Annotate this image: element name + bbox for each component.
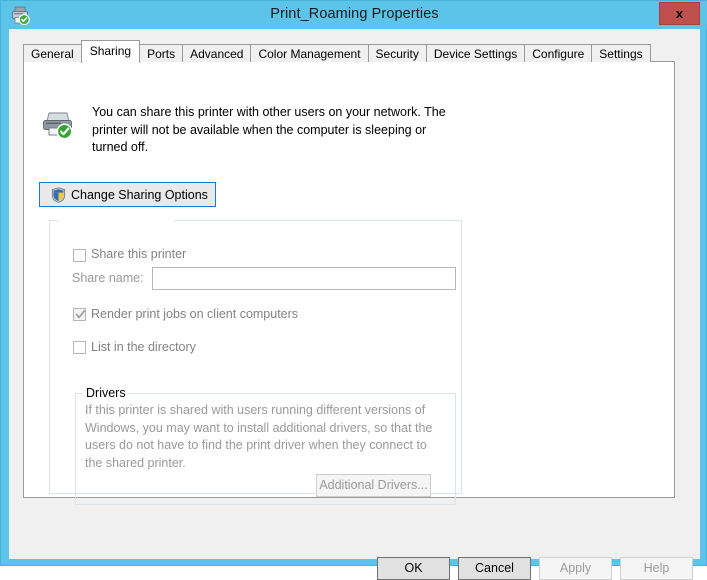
drivers-group-caption: Drivers xyxy=(84,386,128,400)
share-this-printer-label: Share this printer xyxy=(91,247,187,261)
tab-strip: General Sharing Ports Advanced Color Man… xyxy=(23,40,651,63)
tab-security[interactable]: Security xyxy=(367,44,427,62)
change-sharing-options-label: Change Sharing Options xyxy=(71,187,208,202)
title-bar: Print_Roaming Properties x xyxy=(1,1,707,29)
render-print-jobs-label: Render print jobs on client computers xyxy=(91,307,299,321)
share-name-label: Share name: xyxy=(72,271,144,285)
change-sharing-options-button[interactable]: Change Sharing Options xyxy=(39,182,216,207)
window-title: Print_Roaming Properties xyxy=(270,6,439,22)
check-icon xyxy=(75,309,86,319)
properties-dialog-window: Print_Roaming Properties x General Shari… xyxy=(0,0,707,580)
tab-configure[interactable]: Configure xyxy=(524,44,593,62)
list-in-directory-label: List in the directory xyxy=(91,340,196,354)
printer-check-icon xyxy=(40,108,76,140)
tab-ports[interactable]: Ports xyxy=(139,44,184,62)
render-print-jobs-checkbox[interactable] xyxy=(73,308,86,321)
additional-drivers-button[interactable]: Additional Drivers... xyxy=(316,474,431,497)
dialog-client-area: General Sharing Ports Advanced Color Man… xyxy=(9,29,700,580)
close-button[interactable]: x xyxy=(659,2,700,25)
uac-shield-icon xyxy=(51,186,66,203)
tab-general[interactable]: General xyxy=(23,44,82,62)
list-in-directory-checkbox[interactable] xyxy=(73,341,86,354)
sharing-info-text: You can share this printer with other us… xyxy=(92,105,446,154)
sharing-tab-panel: You can share this printer with other us… xyxy=(23,61,675,505)
help-button[interactable]: Help xyxy=(620,557,693,580)
tab-sharing[interactable]: Sharing xyxy=(80,40,141,63)
tab-color-management[interactable]: Color Management xyxy=(250,44,369,62)
tab-advanced[interactable]: Advanced xyxy=(182,44,252,62)
tab-settings[interactable]: Settings xyxy=(591,44,651,62)
share-name-input[interactable] xyxy=(152,267,456,290)
tab-device-settings[interactable]: Device Settings xyxy=(425,44,526,62)
share-this-printer-checkbox[interactable] xyxy=(73,249,86,262)
cancel-button[interactable]: Cancel xyxy=(458,557,531,580)
ok-button[interactable]: OK xyxy=(377,557,450,580)
apply-button[interactable]: Apply xyxy=(539,557,612,580)
dialog-button-bar: OK Cancel Apply Help xyxy=(9,499,700,580)
drivers-description: If this printer is shared with users run… xyxy=(85,403,433,470)
